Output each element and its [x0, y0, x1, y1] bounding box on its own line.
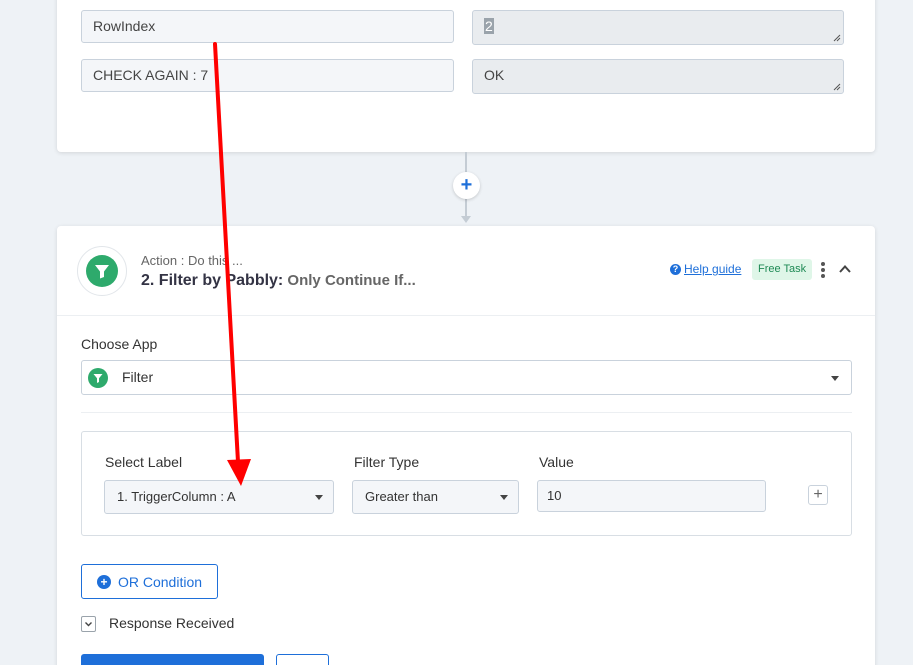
kebab-icon[interactable] — [820, 262, 826, 278]
value-input[interactable]: 10 — [537, 480, 766, 512]
help-icon: ? — [670, 263, 681, 275]
connector-line-top — [465, 152, 467, 172]
select-label-dropdown[interactable]: 1. TriggerColumn : A — [104, 480, 334, 514]
filter-condition-group: Select Label Filter Type Value 1. Trigge… — [81, 431, 852, 536]
select-label-value: 1. TriggerColumn : A — [117, 489, 236, 504]
action-title-text: 2. Filter by Pabbly: — [141, 272, 284, 289]
app-badge — [77, 246, 127, 296]
app-mini-badge — [88, 368, 108, 388]
help-guide-link[interactable]: ? Help guide — [670, 262, 741, 276]
resize-grip-icon[interactable] — [832, 82, 841, 91]
mapping-value-text: 2 — [484, 18, 494, 34]
filter-icon — [95, 265, 109, 279]
header-divider — [57, 315, 875, 316]
connector-line-bottom — [465, 199, 467, 216]
mapping-value-rowindex[interactable]: 2 — [472, 10, 844, 45]
caret-down-icon — [500, 495, 508, 500]
filter-type-heading: Filter Type — [354, 454, 420, 470]
secondary-button[interactable] — [276, 654, 329, 665]
choose-app-select[interactable]: Filter — [81, 360, 852, 395]
action-card: Action : Do this ... 2. Filter by Pabbly… — [57, 226, 875, 665]
chevron-up-icon[interactable] — [838, 263, 852, 275]
chevron-down-icon — [85, 622, 92, 627]
connector-arrow-icon — [461, 216, 471, 223]
or-condition-button[interactable]: + OR Condition — [81, 564, 218, 599]
caret-down-icon — [315, 495, 323, 500]
add-step-button[interactable]: + — [453, 172, 480, 199]
mapping-label-check-again[interactable]: CHECK AGAIN : 7 — [81, 59, 454, 92]
filter-type-dropdown[interactable]: Greater than — [352, 480, 519, 514]
or-condition-label: OR Condition — [117, 573, 203, 590]
action-title[interactable]: 2. Filter by Pabbly: Only Continue If... — [141, 272, 416, 290]
response-toggle[interactable] — [81, 616, 96, 632]
mapping-value-check-again[interactable]: OK — [472, 59, 844, 94]
caret-down-icon — [831, 376, 839, 381]
action-subtitle: Only Continue If... — [283, 272, 416, 289]
resize-grip-icon[interactable] — [832, 33, 841, 42]
section-divider — [81, 412, 852, 413]
filter-type-value: Greater than — [365, 489, 438, 504]
free-task-badge: Free Task — [752, 259, 813, 280]
value-heading: Value — [539, 454, 574, 470]
plus-icon: + — [96, 574, 111, 589]
select-label-heading: Select Label — [105, 454, 183, 470]
filter-icon — [93, 374, 103, 383]
action-prefix: Action : Do this ... — [141, 253, 243, 268]
mapping-value-text: OK — [484, 67, 505, 83]
mapping-label-rowindex[interactable]: RowIndex — [81, 10, 454, 43]
response-received-label: Response Received — [109, 615, 235, 631]
save-button[interactable] — [81, 654, 264, 665]
add-condition-button[interactable]: + — [808, 485, 828, 505]
choose-app-label: Choose App — [81, 336, 158, 352]
choose-app-value: Filter — [122, 369, 154, 385]
help-guide-label: Help guide — [684, 262, 742, 276]
